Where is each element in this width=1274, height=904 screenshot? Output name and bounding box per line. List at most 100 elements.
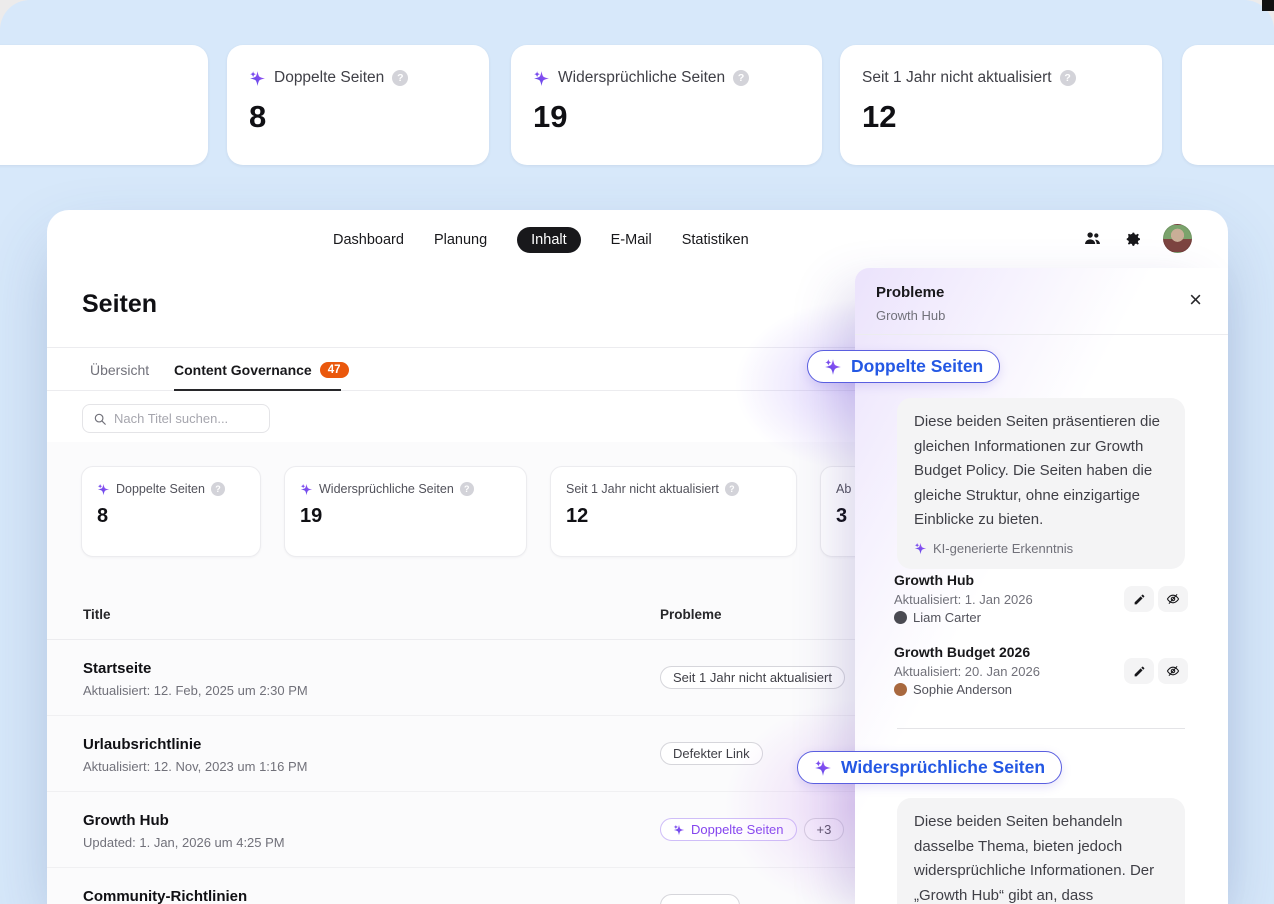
summary-card-value: 8 [249,99,467,135]
stat-card-label: Ab [836,482,851,496]
search-box[interactable] [82,404,270,433]
column-title: Title [83,607,111,622]
panel-page-title[interactable]: Growth Budget 2026 [894,644,1030,660]
author-avatar [894,683,907,696]
panel-page-actions [1124,658,1188,684]
summary-card-label: Seit 1 Jahr nicht aktualisiert [862,69,1052,87]
problem-pill[interactable] [660,894,740,904]
divider [855,334,1228,335]
nav-email[interactable]: E-Mail [611,232,652,248]
ai-insight-card: Diese beiden Seiten behandeln dasselbe T… [897,798,1185,904]
tab-count-badge: 47 [320,362,349,378]
sparkle-icon [533,70,550,87]
problems-panel: Probleme Growth Hub × Doppelte Seiten Di… [855,268,1228,904]
summary-card-duplicate-pages: Doppelte Seiten ? 8 [227,45,489,165]
stat-card-value: 19 [300,505,511,528]
column-problems: Probleme [660,607,722,622]
nav-dashboard[interactable]: Dashboard [333,232,404,248]
screen-corner-artifact [1262,0,1274,11]
insight-text: Diese beiden Seiten behandeln dasselbe T… [914,810,1168,904]
stat-card-not-updated: Seit 1 Jahr nicht aktualisiert ? 12 [550,466,797,557]
help-icon[interactable]: ? [211,482,225,496]
divider [897,728,1185,729]
summary-card-partial-left [0,45,208,165]
eye-off-icon [1166,664,1180,678]
panel-page-meta: Aktualisiert: 20. Jan 2026 [894,664,1040,679]
sparkle-icon [97,483,110,496]
stat-card-label: Doppelte Seiten [116,482,205,496]
sparkle-icon [249,70,266,87]
edit-button[interactable] [1124,586,1154,612]
row-title: Community-Richtlinien [83,888,247,904]
active-tab-underline [174,389,341,391]
summary-card-partial-right [1182,45,1274,165]
page-title: Seiten [82,290,157,318]
row-meta: Aktualisiert: 12. Nov, 2023 um 1:16 PM [83,759,307,774]
help-icon[interactable]: ? [392,70,408,86]
help-icon[interactable]: ? [733,70,749,86]
sparkle-icon [814,759,832,777]
search-icon [93,412,107,426]
author-name: Liam Carter [913,610,981,625]
stat-card-value: 8 [97,505,245,528]
callout-label: Widersprüchliche Seiten [841,757,1045,778]
stat-card-label: Widersprüchliche Seiten [319,482,454,496]
pencil-icon [1133,665,1146,678]
row-meta: Updated: 1. Jan, 2026 um 4:25 PM [83,835,285,850]
panel-page-author: Sophie Anderson [894,682,1012,697]
nav-planung[interactable]: Planung [434,232,487,248]
nav-inhalt[interactable]: Inhalt [517,227,580,253]
callout-conflicting-pages[interactable]: Widersprüchliche Seiten [797,751,1062,784]
row-title: Startseite [83,660,151,677]
problem-pill-duplicate[interactable]: Doppelte Seiten [660,818,797,841]
help-icon[interactable]: ? [1060,70,1076,86]
help-icon[interactable]: ? [725,482,739,496]
nav-actions [1083,222,1192,254]
summary-card-label: Doppelte Seiten [274,69,384,87]
search-input[interactable] [114,411,259,426]
sparkle-icon [673,824,685,836]
gear-icon[interactable] [1123,229,1142,248]
tab-content-governance[interactable]: Content Governance 47 [174,362,349,378]
callout-duplicate-pages[interactable]: Doppelte Seiten [807,350,1000,383]
sparkle-icon [824,358,842,376]
summary-card-conflicting-pages: Widersprüchliche Seiten ? 19 [511,45,822,165]
problem-pill[interactable]: Seit 1 Jahr nicht aktualisiert [660,666,845,689]
hide-button[interactable] [1158,658,1188,684]
eye-off-icon [1166,592,1180,606]
problem-pill[interactable]: Defekter Link [660,742,763,765]
summary-card-not-updated: Seit 1 Jahr nicht aktualisiert ? 12 [840,45,1162,165]
stat-card-duplicate-pages: Doppelte Seiten ? 8 [81,466,261,557]
insight-source-label: KI-generierte Erkenntnis [933,541,1073,556]
panel-page-meta: Aktualisiert: 1. Jan 2026 [894,592,1033,607]
stat-card-label: Seit 1 Jahr nicht aktualisiert [566,482,719,496]
summary-card-value: 19 [533,99,800,135]
help-icon[interactable]: ? [460,482,474,496]
main-nav: Dashboard Planung Inhalt E-Mail Statisti… [333,226,749,254]
ai-insight-card: Diese beiden Seiten präsentieren die gle… [897,398,1185,569]
problem-pill-more[interactable]: +3 [804,818,845,841]
panel-page-actions [1124,586,1188,612]
panel-title: Probleme [876,284,944,301]
close-icon[interactable]: × [1189,290,1202,310]
user-avatar[interactable] [1163,224,1192,253]
callout-label: Doppelte Seiten [851,356,983,377]
row-meta: Aktualisiert: 12. Feb, 2025 um 2:30 PM [83,683,308,698]
hide-button[interactable] [1158,586,1188,612]
panel-page-title[interactable]: Growth Hub [894,572,974,588]
row-title: Urlaubsrichtlinie [83,736,201,753]
stat-card-value: 12 [566,505,781,528]
pill-label: Doppelte Seiten [691,822,784,837]
summary-card-value: 12 [862,99,1140,135]
tab-label: Content Governance [174,362,312,378]
app-background: Doppelte Seiten ? 8 Widersprüchliche Sei… [0,0,1274,904]
panel-page-author: Liam Carter [894,610,981,625]
summary-card-label: Widersprüchliche Seiten [558,69,725,87]
pencil-icon [1133,593,1146,606]
insight-text: Diese beiden Seiten präsentieren die gle… [914,410,1168,533]
nav-statistiken[interactable]: Statistiken [682,232,749,248]
users-icon[interactable] [1083,229,1102,248]
author-avatar [894,611,907,624]
tab-uebersicht[interactable]: Übersicht [90,362,149,378]
edit-button[interactable] [1124,658,1154,684]
